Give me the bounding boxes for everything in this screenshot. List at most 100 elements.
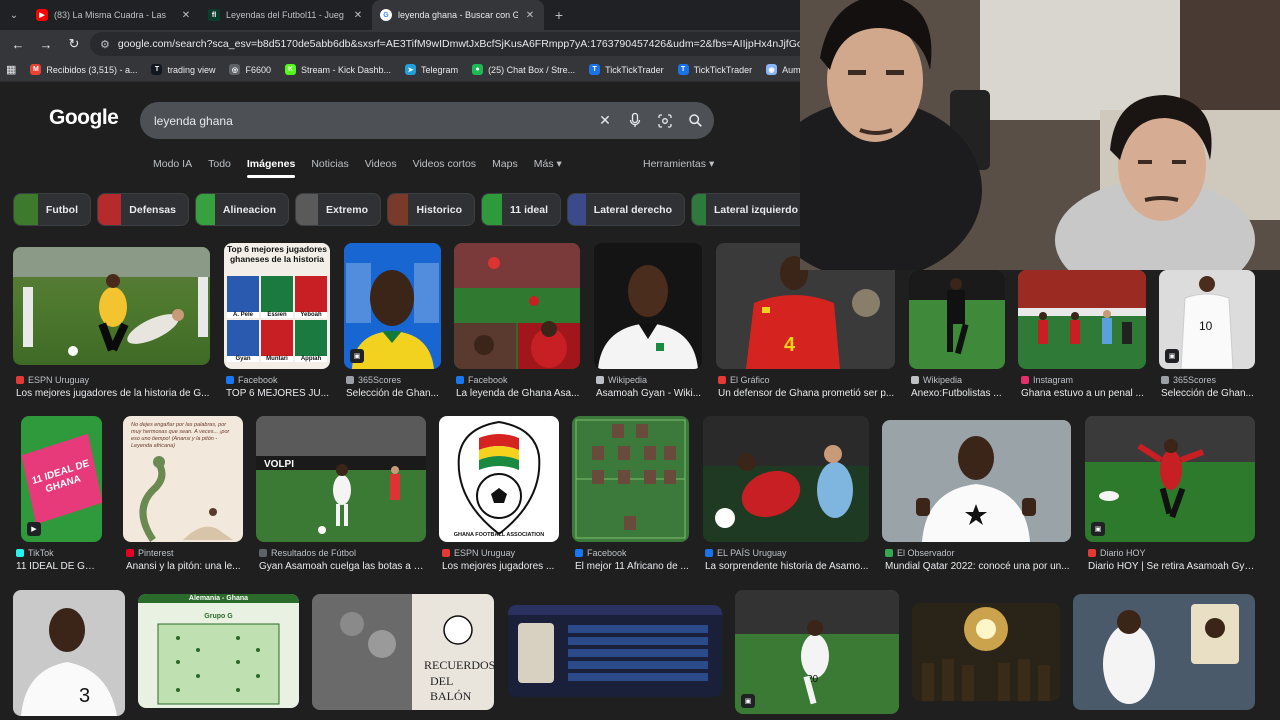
result-source[interactable]: EL PAÍS Uruguay — [705, 548, 869, 558]
browser-tab-youtube[interactable]: ▶ (83) La Misma Cuadra - Las ✕ — [28, 0, 200, 30]
chip-extremo[interactable]: Extremo — [295, 193, 381, 226]
close-icon[interactable]: ✕ — [180, 10, 192, 21]
result-source[interactable]: Instagram — [1021, 375, 1146, 385]
bookmark-item[interactable]: ◎ F6600 — [229, 64, 271, 75]
result-source[interactable]: El Observador — [885, 548, 1071, 558]
chip-defensas[interactable]: Defensas — [97, 193, 189, 226]
bookmark-item[interactable]: ➤ Telegram — [405, 64, 458, 75]
result-caption[interactable]: Ghana estuvo a un penal ... — [1021, 388, 1146, 399]
result-image[interactable] — [882, 420, 1071, 542]
result-caption[interactable]: Los mejores jugadores ... — [442, 561, 559, 572]
result-caption[interactable]: La sorprendente historia de Asamo... — [705, 561, 869, 572]
browser-tab-futbol11[interactable]: fl Leyendas del Futbol11 - Jueg ✕ — [200, 0, 372, 30]
search-icon[interactable] — [686, 112, 704, 130]
result-caption[interactable]: Anansi y la pitón: una le... — [126, 561, 243, 572]
result-caption[interactable]: Diario HOY | Se retira Asamoah Gya... — [1088, 561, 1255, 572]
result-caption[interactable]: Los mejores jugadores de la historia de … — [16, 388, 210, 399]
result-image[interactable]: ▣ — [1085, 416, 1255, 542]
search-tab[interactable]: Modo IA — [153, 158, 192, 178]
microphone-icon[interactable] — [626, 112, 644, 130]
result-caption[interactable]: Selección de Ghan... — [346, 388, 441, 399]
search-tab[interactable]: Más ▾ — [534, 158, 562, 178]
result-image[interactable] — [912, 603, 1060, 701]
result-source[interactable]: 365Scores — [346, 375, 441, 385]
result-caption[interactable]: Mundial Qatar 2022: conocé una por un... — [885, 561, 1071, 572]
chip-futbol[interactable]: Futbol — [13, 193, 91, 226]
result-caption[interactable]: 11 IDEAL DE GHA... — [16, 561, 102, 572]
reload-button[interactable]: ↻ — [62, 32, 86, 56]
search-input[interactable] — [154, 113, 584, 128]
chip-11-ideal[interactable]: 11 ideal — [481, 193, 561, 226]
site-info-icon[interactable]: ⚙ — [100, 38, 110, 51]
result-image[interactable] — [572, 416, 689, 542]
result-source[interactable]: 365Scores — [1161, 375, 1255, 385]
result-caption[interactable]: TOP 6 MEJORES JU... — [226, 388, 330, 399]
result-image[interactable]: 10 ▣ — [1159, 270, 1255, 369]
result-image[interactable] — [13, 247, 210, 365]
result-image[interactable] — [909, 270, 1005, 369]
close-icon[interactable]: ✕ — [524, 10, 536, 21]
result-image[interactable]: RECUERDOS DEL BALÓN — [312, 594, 494, 710]
result-source[interactable]: ESPN Uruguay — [16, 375, 210, 385]
result-caption[interactable]: El mejor 11 Africano de ... — [575, 561, 689, 572]
chip-lateral-izquierdo[interactable]: Lateral izquierdo — [691, 193, 811, 226]
result-image[interactable] — [508, 605, 722, 697]
result-image[interactable]: 11 IDEAL DE GHANA ▶ — [21, 416, 102, 542]
result-image[interactable] — [1018, 270, 1146, 369]
result-caption[interactable]: Gyan Asamoah cuelga las botas a s... — [259, 561, 426, 572]
chip-alineacion[interactable]: Alineacion — [195, 193, 289, 226]
tools-button[interactable]: Herramientas ▾ — [643, 158, 714, 170]
result-image[interactable]: No dejes engañar por las palabras, por m… — [123, 416, 243, 542]
chip-historico[interactable]: Historico — [387, 193, 475, 226]
bookmark-item[interactable]: T TickTickTrader — [677, 64, 752, 75]
google-logo[interactable]: Google — [49, 106, 119, 130]
search-tab[interactable]: Noticias — [311, 158, 348, 178]
result-source[interactable]: Resultados de Fútbol — [259, 548, 426, 558]
result-source[interactable]: Facebook — [456, 375, 580, 385]
tab-search-button[interactable]: ⌄ — [0, 0, 28, 30]
result-source[interactable]: TikTok — [16, 548, 102, 558]
result-image[interactable] — [454, 243, 580, 369]
search-tab[interactable]: Todo — [208, 158, 231, 178]
new-tab-button[interactable]: + — [548, 7, 570, 23]
lens-icon[interactable] — [656, 112, 674, 130]
result-caption[interactable]: Asamoah Gyan - Wiki... — [596, 388, 702, 399]
search-tab[interactable]: Videos cortos — [413, 158, 476, 178]
chip-lateral-derecho[interactable]: Lateral derecho — [567, 193, 685, 226]
result-image[interactable] — [703, 416, 869, 542]
result-caption[interactable]: Anexo:Futbolistas ... — [911, 388, 1005, 399]
result-image[interactable]: 3 — [13, 590, 125, 716]
search-tab[interactable]: Maps — [492, 158, 518, 178]
result-source[interactable]: El Gráfico — [718, 375, 895, 385]
bookmark-item[interactable]: K Stream - Kick Dashb... — [285, 64, 391, 75]
bookmark-item[interactable]: T TickTickTrader — [589, 64, 664, 75]
result-image[interactable]: ▣ — [344, 243, 441, 369]
result-source[interactable]: Diario HOY — [1088, 548, 1255, 558]
apps-button[interactable]: ▦ — [6, 63, 16, 76]
result-image[interactable]: GHANA FOOTBALL ASSOCIATION — [439, 416, 559, 542]
browser-tab-google[interactable]: G leyenda ghana - Buscar con Go ✕ — [372, 0, 544, 30]
result-image[interactable]: 20 ▣ — [735, 590, 899, 714]
close-icon[interactable]: ✕ — [352, 10, 364, 21]
result-source[interactable]: ESPN Uruguay — [442, 548, 559, 558]
result-source[interactable]: Pinterest — [126, 548, 243, 558]
result-caption[interactable]: Selección de Ghan... — [1161, 388, 1255, 399]
result-source[interactable]: Facebook — [226, 375, 330, 385]
search-tab[interactable]: Imágenes — [246, 158, 296, 178]
bookmark-item[interactable]: M Recibidos (3,515) - a... — [30, 64, 137, 75]
result-source[interactable]: Wikipedia — [911, 375, 1005, 385]
forward-button[interactable]: → — [34, 32, 58, 56]
search-tab[interactable]: Videos — [365, 158, 397, 178]
result-caption[interactable]: La leyenda de Ghana Asa... — [456, 388, 580, 399]
result-image[interactable]: Alemania - Ghana Grupo G — [138, 594, 299, 708]
result-caption[interactable]: Un defensor de Ghana prometió ser p... — [718, 388, 895, 399]
clear-icon[interactable]: ✕ — [596, 112, 614, 130]
bookmark-item[interactable]: ● (25) Chat Box / Stre... — [472, 64, 575, 75]
result-source[interactable]: Wikipedia — [596, 375, 702, 385]
result-source[interactable]: Facebook — [575, 548, 689, 558]
result-image[interactable]: Top 6 mejores jugadores ghaneses de la h… — [224, 243, 330, 369]
back-button[interactable]: ← — [6, 32, 30, 56]
result-image[interactable]: VOLPI — [256, 416, 426, 542]
result-image[interactable] — [594, 243, 702, 369]
result-image[interactable] — [1073, 594, 1255, 710]
